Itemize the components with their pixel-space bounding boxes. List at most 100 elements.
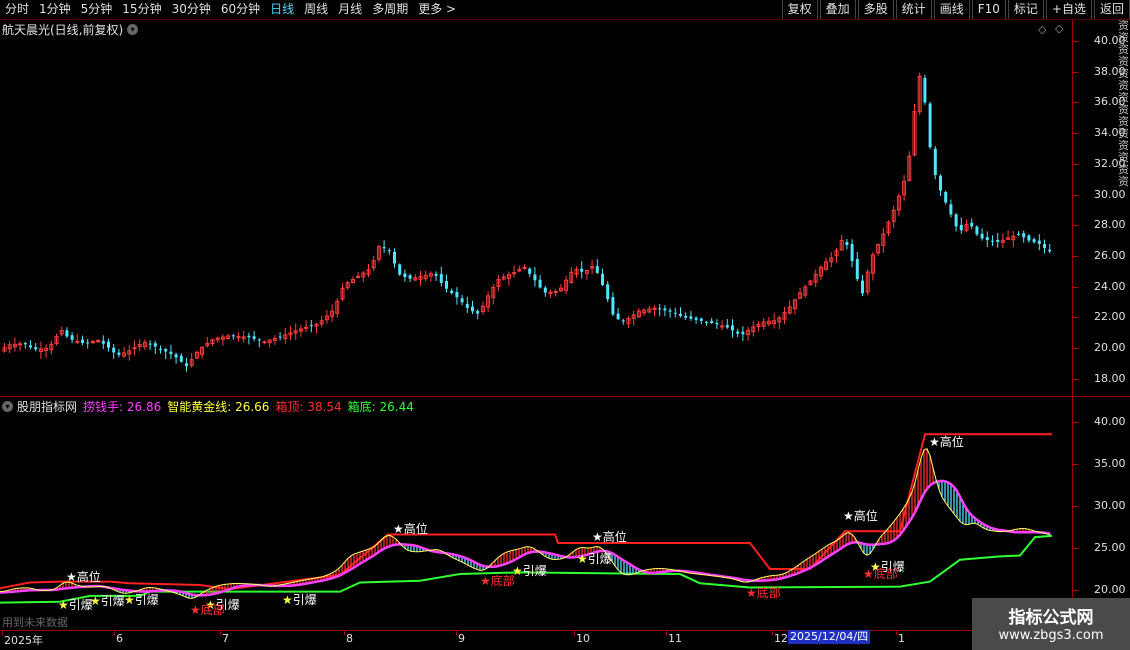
candle-body [553, 291, 558, 294]
axis-tick [1073, 194, 1078, 196]
candle-body [663, 308, 667, 311]
date-axis-label: 12 [774, 632, 788, 645]
kline-chart[interactable]: ★高位★高位★高位★高位★高位★引爆★引爆 ★引爆 ★引爆 ★引爆★引爆★引爆★引爆★… [0, 0, 1130, 650]
high-signal-label: ★高位 [592, 529, 627, 544]
candle-body [75, 340, 80, 343]
candle-body [928, 103, 932, 148]
axis-tick [772, 630, 773, 635]
candle-body [455, 291, 459, 298]
axis-tick [1073, 71, 1078, 73]
candle-body [684, 315, 688, 318]
indicator-header: ▾ 股朋指标网 捞钱手: 26.86 智能黄金线: 26.66 箱顶: 38.54 箱… [2, 398, 426, 414]
candle-body [81, 339, 84, 343]
watermark-logo: 指标公式网 www.zbgs3.com [972, 598, 1130, 650]
candle-body [673, 312, 677, 314]
candle-body [611, 297, 615, 315]
right-axis-line [1072, 20, 1073, 630]
candle-body [247, 335, 251, 338]
date-axis-label: 1 [898, 632, 905, 645]
high-signal-label: ★高位 [393, 521, 428, 536]
trigger-signal-label: ★引爆 [512, 564, 547, 578]
date-axis-label: 11 [668, 632, 682, 645]
candle-body [720, 325, 725, 328]
axis-tick [1073, 378, 1078, 380]
candle-body [980, 233, 984, 239]
candle-body [528, 268, 532, 274]
candle-body [741, 331, 745, 335]
indicator-value: 箱顶: 38.54 [275, 399, 342, 414]
candle-body [933, 148, 937, 175]
candle-body [1027, 235, 1031, 241]
candle-body [694, 317, 698, 320]
axis-tick [1073, 548, 1078, 549]
axis-tick [220, 630, 221, 635]
candle-body [845, 242, 849, 246]
axis-tick [1073, 317, 1078, 319]
trigger-signal-label: ★引爆 [90, 594, 125, 608]
candle-body [262, 341, 267, 344]
candle-body [159, 348, 162, 350]
candle-body [65, 330, 69, 337]
watermark-title: 指标公式网 [1008, 608, 1094, 628]
future-data-note: 用到未来数据 [2, 616, 68, 629]
candle-body [86, 342, 90, 344]
axis-tick [456, 630, 457, 635]
date-axis-label: 10 [576, 632, 590, 645]
candle-body [408, 275, 412, 279]
axis-tick [1073, 286, 1078, 288]
indicator-axis-label: 35.00 [1094, 457, 1126, 470]
trigger-signal-label: ★引爆 [577, 552, 612, 566]
trigger-signal-label: ★引爆 [124, 593, 159, 607]
candle-body [725, 325, 729, 328]
candle-body [580, 268, 584, 272]
candle-body [148, 343, 152, 345]
candle-body [522, 266, 527, 269]
candle-body [476, 310, 480, 314]
candle-body [309, 325, 313, 327]
candle-body [855, 258, 859, 280]
indicator-axis-label: 40.00 [1094, 415, 1126, 428]
candle-body [471, 306, 474, 312]
date-axis-label: 8 [346, 632, 353, 645]
axis-tick [896, 630, 897, 635]
high-signal-label: ★高位 [66, 569, 101, 584]
axis-tick [2, 630, 3, 635]
candle-body [970, 222, 974, 227]
candle-body [174, 354, 178, 358]
bottom-signal-label: ★底部 [746, 585, 781, 600]
candle-body [231, 335, 235, 337]
candle-body [939, 175, 942, 191]
bottom-signal-label: ★底部 [480, 573, 515, 588]
candle-body [658, 308, 662, 310]
candle-body [70, 335, 74, 340]
candle-body [689, 316, 693, 319]
candle-body [450, 290, 454, 293]
candle-body [460, 298, 464, 303]
candle-body [679, 313, 682, 316]
axis-tick [1073, 102, 1078, 104]
candle-body [101, 340, 105, 344]
candle-body [29, 345, 32, 348]
candle-body [1048, 249, 1052, 252]
trigger-signal-label: ★引爆 [58, 598, 93, 612]
candle-body [616, 313, 620, 320]
candle-body [1022, 233, 1026, 238]
candle-body [668, 310, 672, 312]
axis-tick [114, 630, 115, 635]
indicator-axis-label: 30.00 [1094, 499, 1126, 512]
indicator-values: 捞钱手: 26.86 智能黄金线: 26.66 箱顶: 38.54 箱底: 26.44 [83, 398, 420, 415]
axis-tick [1073, 225, 1078, 227]
axis-tick [1073, 133, 1078, 135]
candle-body [153, 343, 157, 347]
axis-tick [1073, 590, 1078, 591]
candle-body [185, 363, 188, 367]
candle-body [606, 284, 610, 300]
watermark-url: www.zbgs3.com [998, 628, 1104, 643]
candle-body [923, 77, 927, 103]
date-axis-label: 9 [458, 632, 465, 645]
candle-body [179, 355, 183, 362]
axis-tick [1073, 422, 1078, 423]
candle-body [996, 239, 1000, 242]
chevron-down-icon[interactable]: ▾ [2, 400, 13, 412]
axis-tick [344, 630, 345, 635]
